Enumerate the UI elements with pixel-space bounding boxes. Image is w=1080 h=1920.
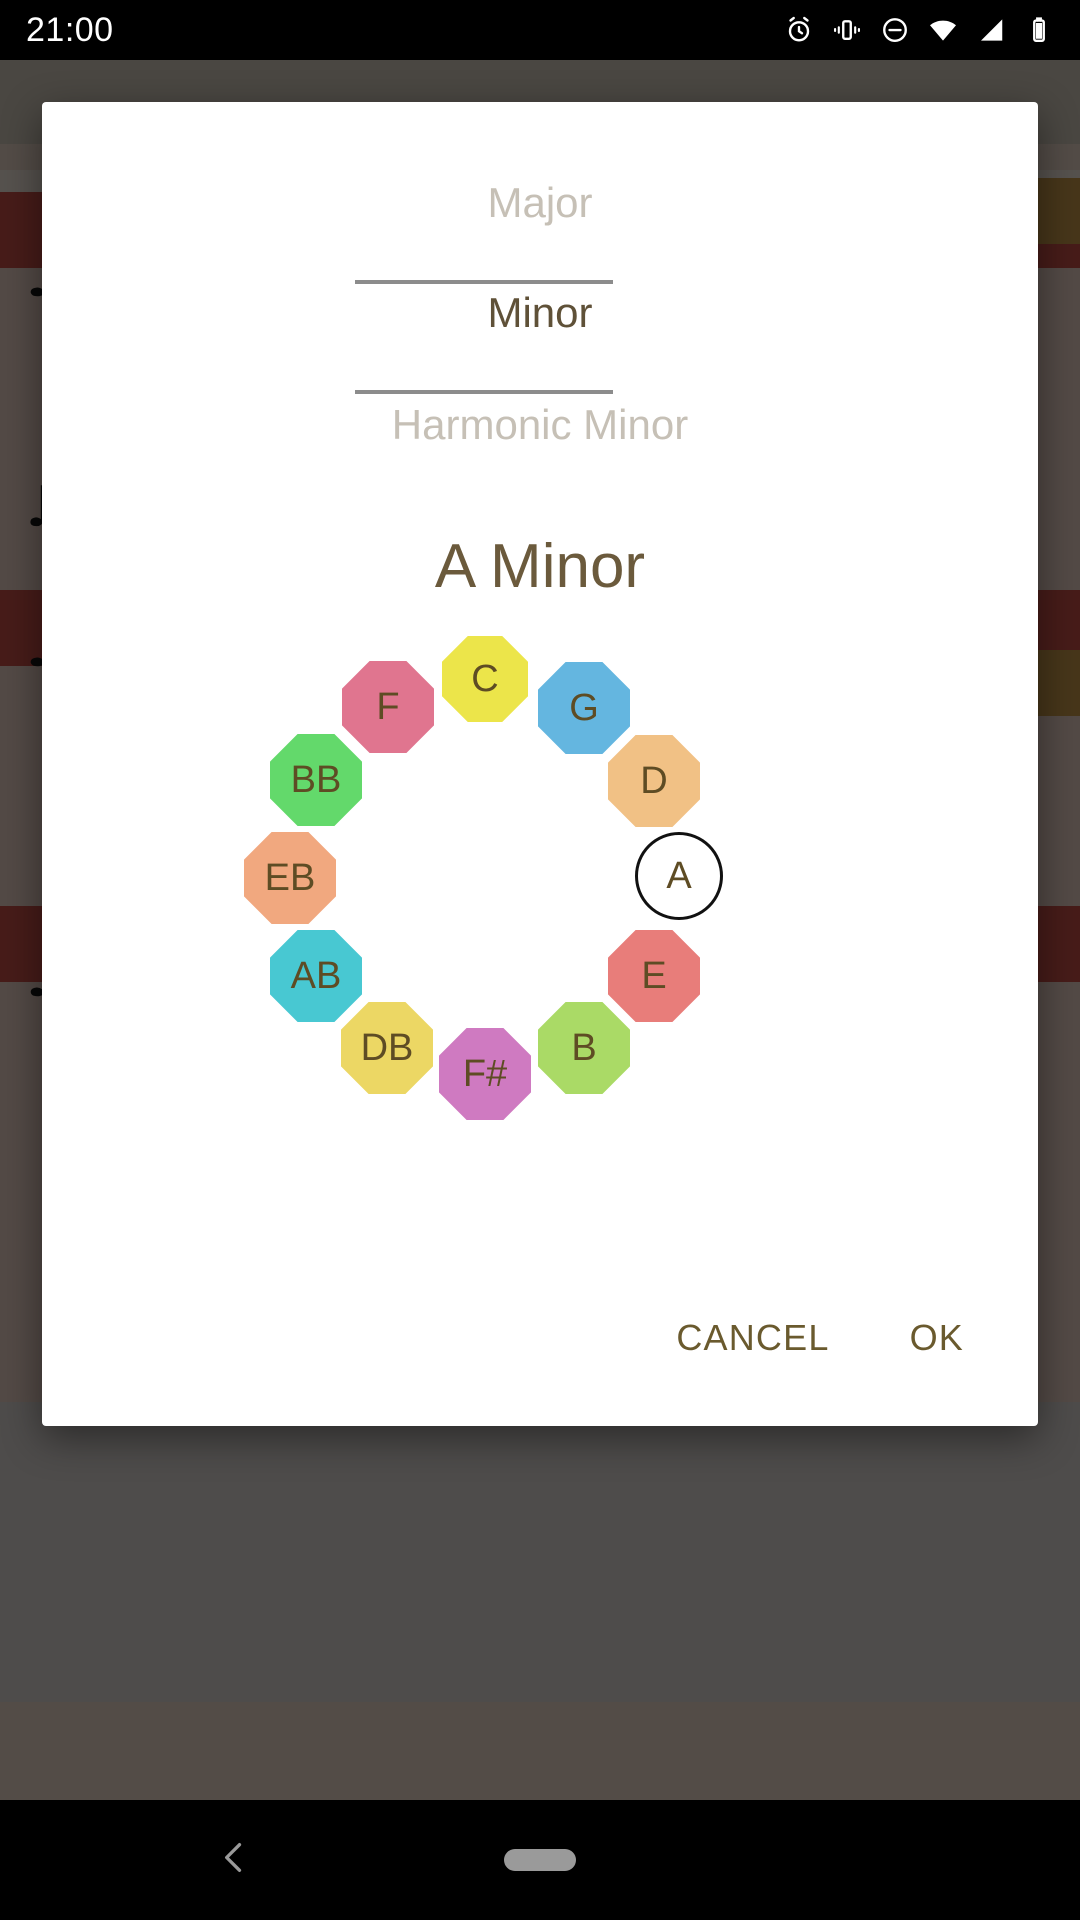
note-chip-f[interactable]: F xyxy=(342,661,434,753)
cellular-signal-icon xyxy=(976,15,1006,45)
picker-option-next[interactable]: Harmonic Minor xyxy=(42,404,1038,446)
status-bar: 21:00 xyxy=(0,0,1080,60)
note-chip-d[interactable]: D xyxy=(608,735,700,827)
scale-mode-picker[interactable]: Major Minor Harmonic Minor xyxy=(42,102,1038,522)
note-chip-g[interactable]: G xyxy=(538,662,630,754)
ok-button[interactable]: OK xyxy=(902,1307,972,1369)
note-chip-label: E xyxy=(641,955,667,997)
circle-of-fifths-wheel: C G D A E B F# DB AB EB BB F xyxy=(42,620,1038,1150)
note-chip-db[interactable]: DB xyxy=(341,1002,433,1094)
note-chip-label: EB xyxy=(264,857,316,899)
note-chip-label: F# xyxy=(462,1053,508,1095)
note-chip-label: BB xyxy=(290,759,342,801)
note-chip-c[interactable]: C xyxy=(442,636,528,722)
picker-option-previous[interactable]: Major xyxy=(42,182,1038,224)
do-not-disturb-icon xyxy=(880,15,910,45)
selected-key-title: A Minor xyxy=(434,532,646,601)
note-chip-eb[interactable]: EB xyxy=(244,832,336,924)
picker-divider-bottom xyxy=(355,390,613,394)
note-chip-e[interactable]: E xyxy=(608,930,700,1022)
picker-divider-top xyxy=(355,280,613,284)
note-chip-a[interactable]: A xyxy=(635,832,723,920)
alarm-icon xyxy=(784,15,814,45)
chevron-left-icon[interactable] xyxy=(212,1836,256,1885)
vibrate-icon xyxy=(832,15,862,45)
system-navigation-bar xyxy=(0,1800,1080,1920)
note-chip-label: AB xyxy=(290,955,342,997)
home-pill-indicator[interactable] xyxy=(504,1849,576,1871)
note-chip-b[interactable]: B xyxy=(538,1002,630,1094)
note-chip-label: A xyxy=(666,855,692,897)
key-selection-dialog: Major Minor Harmonic Minor A Minor C GD A E… xyxy=(42,102,1038,1426)
note-chip-fsharp[interactable]: F# xyxy=(439,1028,531,1120)
battery-icon xyxy=(1024,15,1054,45)
note-chip-label: G xyxy=(569,687,599,729)
cancel-button[interactable]: CANCEL xyxy=(668,1307,837,1369)
note-chip-label: F xyxy=(376,686,400,728)
note-chip-label: B xyxy=(571,1027,597,1069)
note-chip-bb[interactable]: BB xyxy=(270,734,362,826)
wifi-icon xyxy=(928,15,958,45)
note-chip-label: DB xyxy=(360,1027,414,1069)
note-chip-ab[interactable]: AB xyxy=(270,930,362,1022)
status-bar-icons xyxy=(784,15,1054,45)
note-chip-label: C xyxy=(471,658,499,700)
phone-screen: ♩♫♩♪ 21:00 xyxy=(0,0,1080,1920)
note-chip-label: D xyxy=(640,760,668,802)
dialog-actions: CANCEL OK xyxy=(42,1307,1038,1369)
picker-option-selected[interactable]: Minor xyxy=(42,292,1038,334)
status-bar-clock: 21:00 xyxy=(26,10,114,49)
